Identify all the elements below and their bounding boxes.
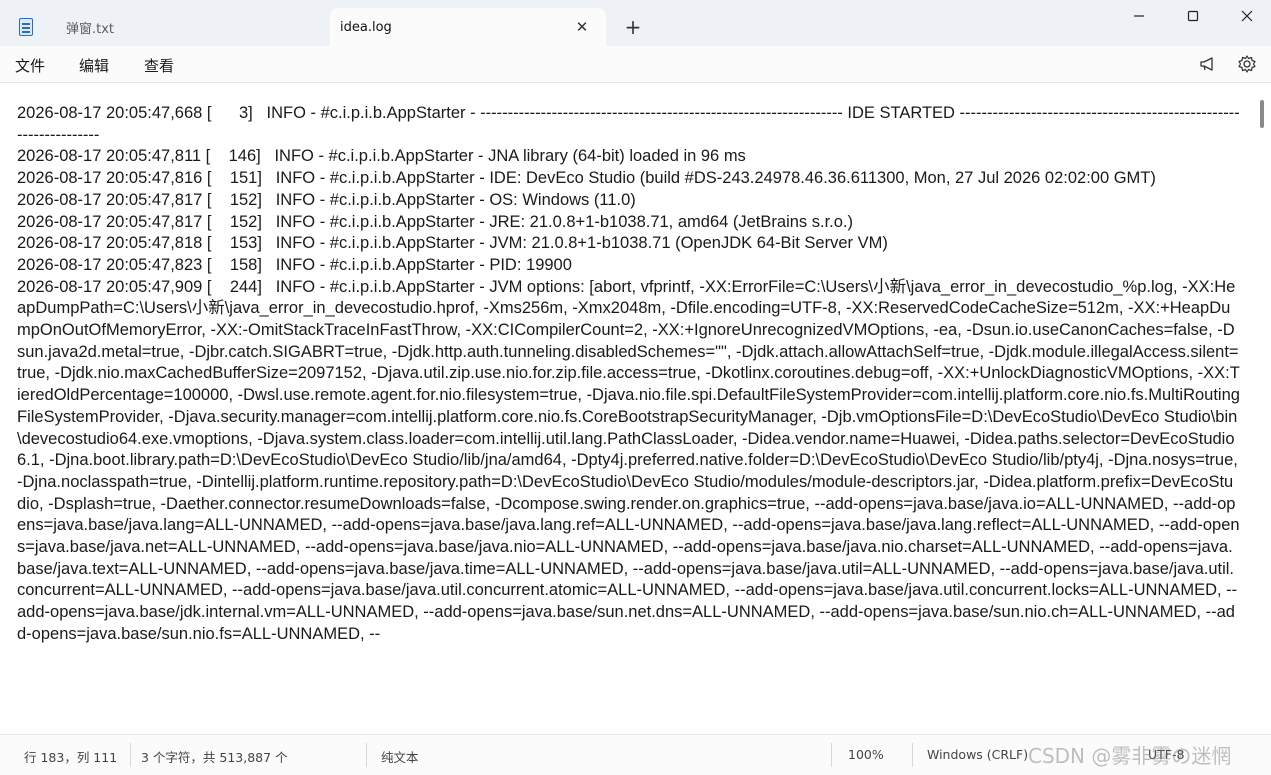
minimize-icon[interactable]	[1111, 0, 1167, 32]
cursor-position[interactable]: 行 183，列 111	[24, 747, 117, 766]
log-line: 2026-08-17 20:05:47,817 [ 152] INFO - #c…	[17, 212, 854, 231]
close-icon[interactable]: ✕	[572, 17, 592, 37]
maximize-icon[interactable]	[1165, 0, 1221, 32]
menu-edit[interactable]: 编辑	[79, 55, 109, 76]
log-line: 2026-08-17 20:05:47,909 [ 244] INFO - #c…	[17, 277, 1243, 643]
tab-popup-txt[interactable]: 弹窗.txt	[6, 8, 326, 46]
text-format[interactable]: 纯文本	[381, 747, 419, 766]
megaphone-icon[interactable]	[1198, 54, 1218, 74]
log-line: 2026-08-17 20:05:47,818 [ 153] INFO - #c…	[17, 234, 888, 253]
document-icon	[18, 18, 34, 36]
menu-view[interactable]: 查看	[144, 55, 174, 76]
title-bar: 弹窗.txt idea.log ✕ +	[0, 0, 1271, 46]
tab-label: idea.log	[340, 19, 392, 35]
text-editor[interactable]: 2026-08-17 20:05:47,668 [ 3] INFO - #c.i…	[0, 83, 1259, 733]
divider	[366, 743, 367, 767]
log-line: 2026-08-17 20:05:47,823 [ 158] INFO - #c…	[17, 255, 572, 274]
zoom-level[interactable]: 100%	[848, 747, 884, 762]
line-ending[interactable]: Windows (CRLF)	[927, 747, 1028, 762]
watermark: CSDN @雾非雾の迷惘	[1028, 744, 1232, 768]
log-line: 2026-08-17 20:05:47,668 [ 3] INFO - #c.i…	[17, 104, 1240, 144]
menu-bar: 文件 编辑 查看	[0, 46, 1271, 83]
log-line: 2026-08-17 20:05:47,811 [ 146] INFO - #c…	[17, 147, 746, 166]
vertical-scrollbar[interactable]	[1260, 100, 1264, 128]
log-line: 2026-08-17 20:05:47,816 [ 151] INFO - #c…	[17, 169, 1156, 188]
divider	[130, 743, 131, 767]
tab-label: 弹窗.txt	[66, 21, 115, 37]
divider	[912, 743, 913, 767]
divider	[831, 743, 832, 767]
selection-count: 3 个字符，共 513,887 个	[141, 750, 288, 765]
gear-icon[interactable]	[1237, 54, 1257, 74]
log-line: 2026-08-17 20:05:47,817 [ 152] INFO - #c…	[17, 190, 636, 209]
menu-file[interactable]: 文件	[15, 55, 45, 76]
plus-icon[interactable]: +	[620, 14, 646, 40]
window-close-icon[interactable]	[1219, 0, 1271, 32]
tab-idea-log[interactable]: idea.log ✕	[330, 8, 606, 46]
